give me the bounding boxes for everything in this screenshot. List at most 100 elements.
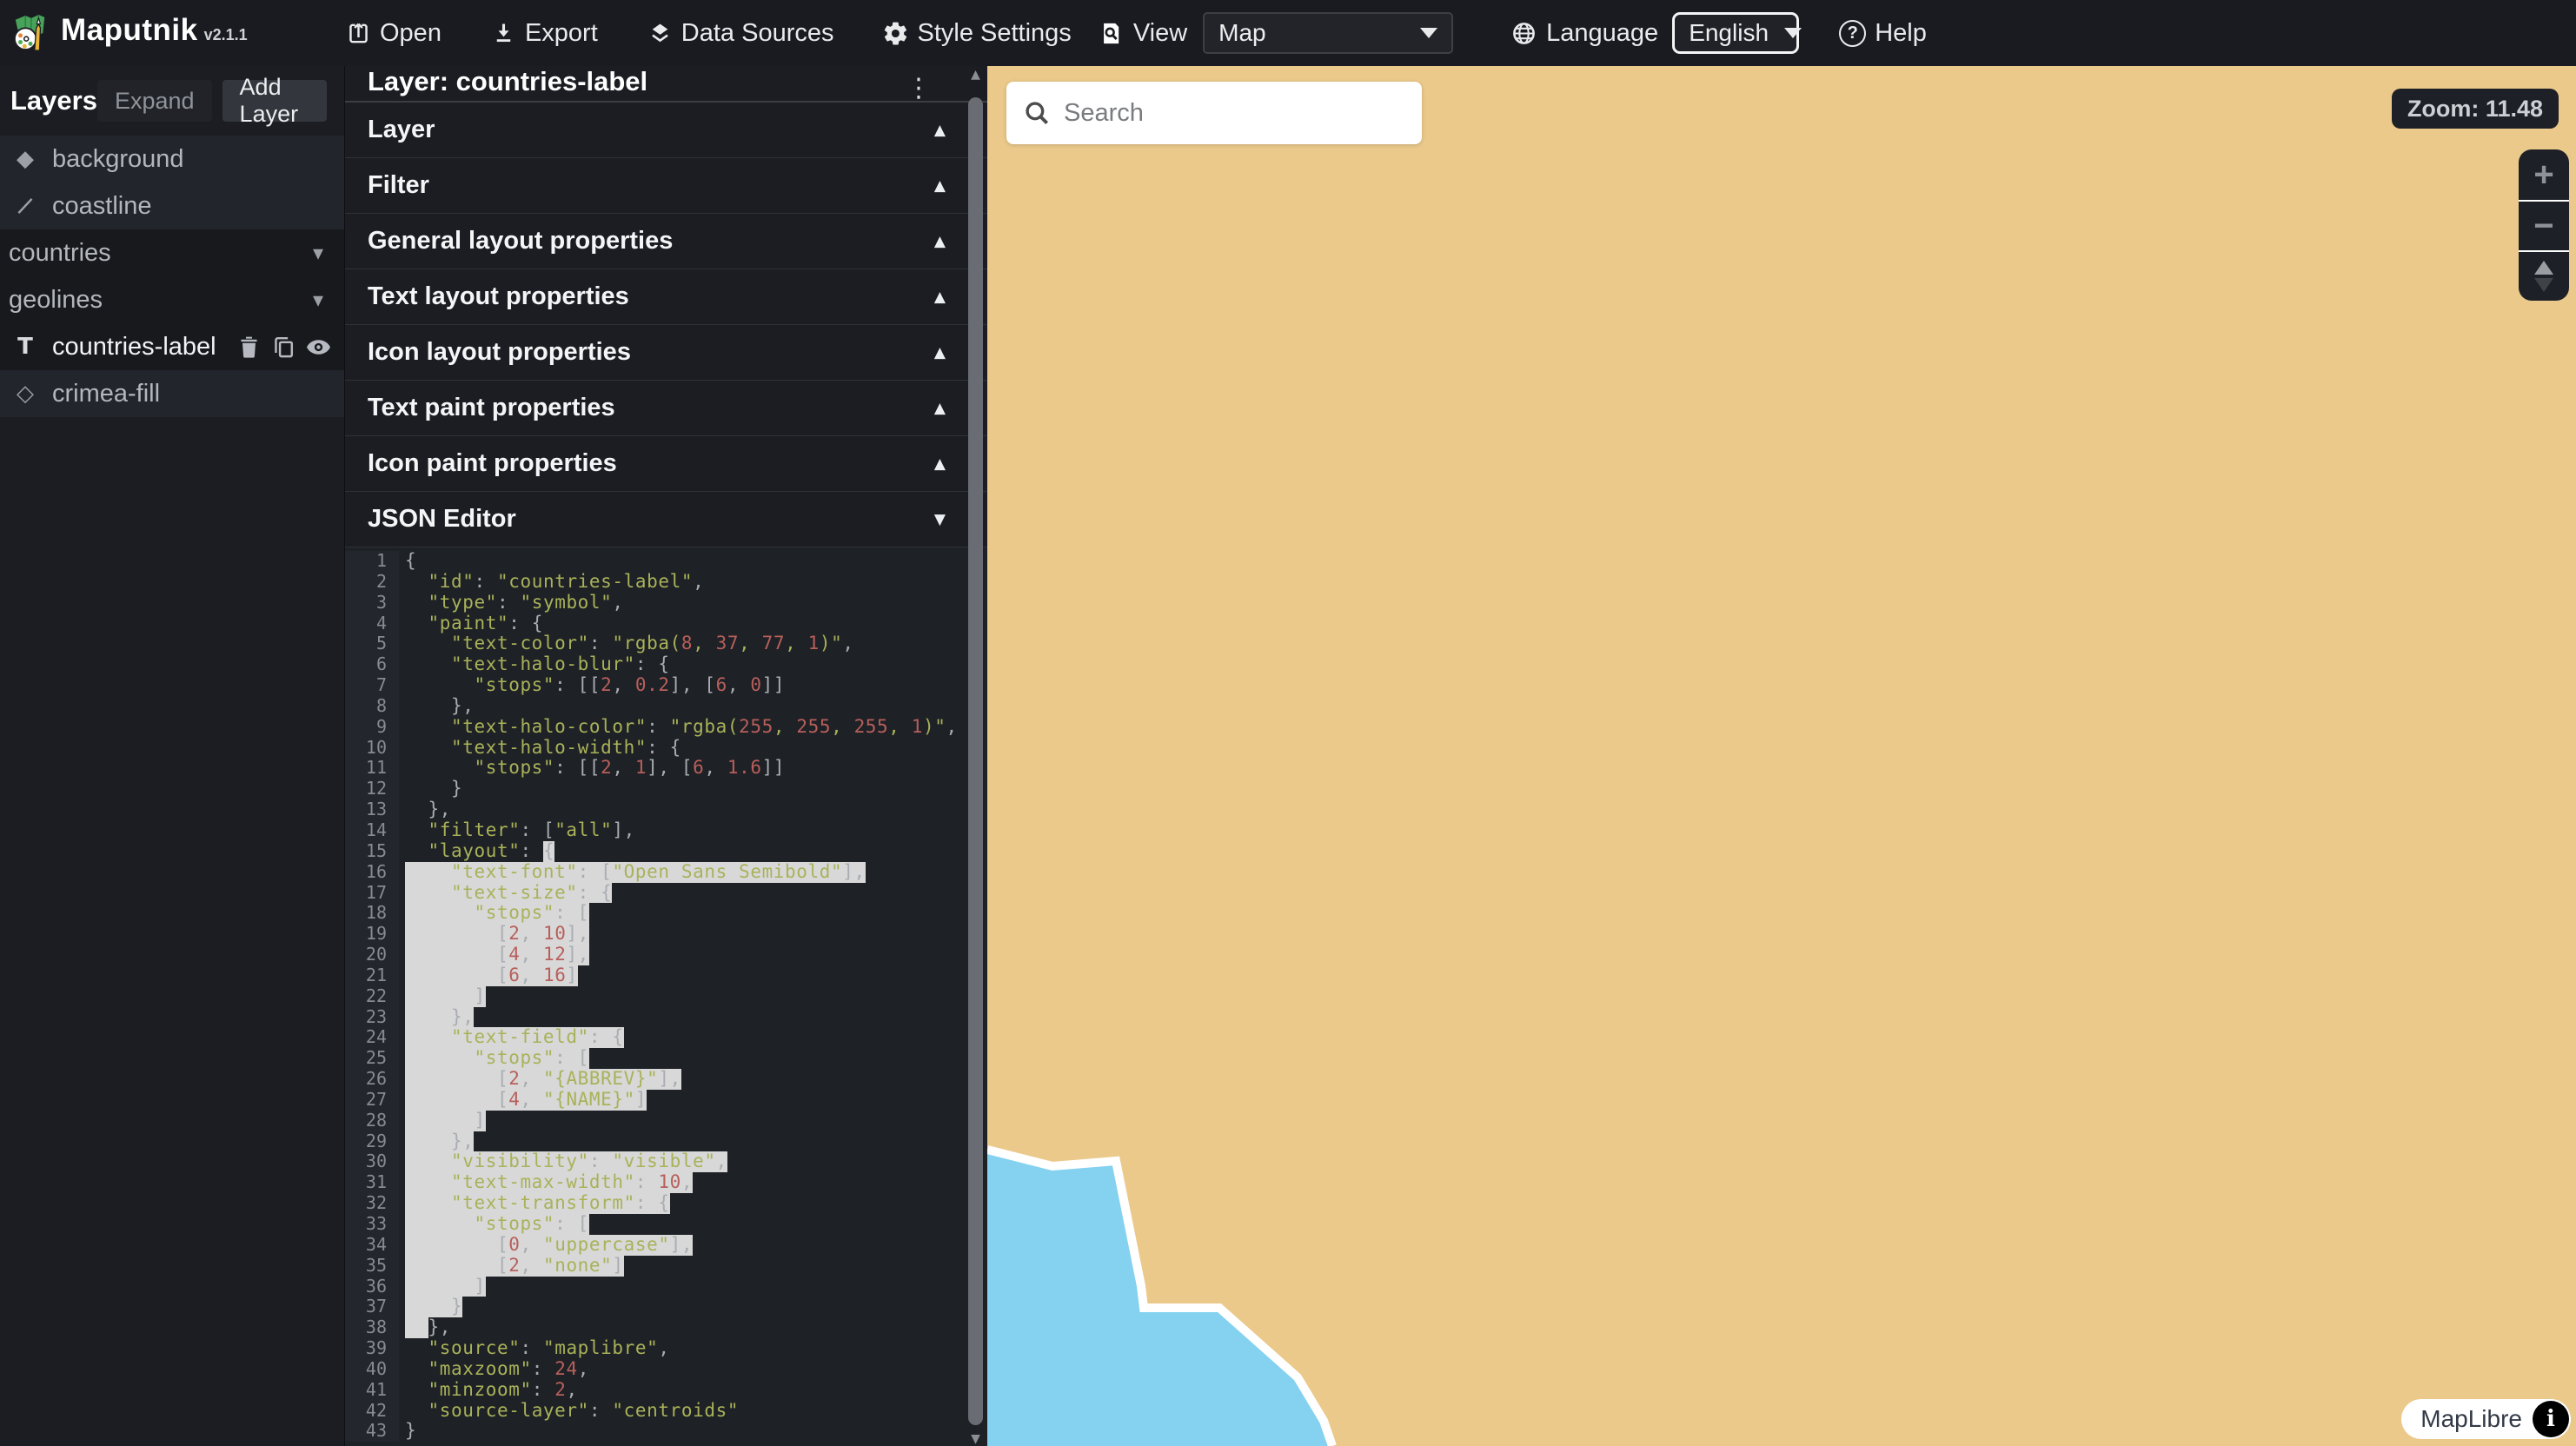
editor-line[interactable]: 2 "id": "countries-label", <box>345 572 987 593</box>
visibility-eye-icon[interactable] <box>305 334 332 361</box>
editor-line[interactable]: 20 [4, 12], <box>345 945 987 965</box>
line-number: 43 <box>345 1421 399 1442</box>
add-layer-button[interactable]: Add Layer <box>222 80 327 122</box>
zoom-out-button[interactable]: − <box>2519 200 2569 250</box>
help-group[interactable]: ? Help <box>1839 19 1927 48</box>
editor-line[interactable]: 40 "maxzoom": 24, <box>345 1359 987 1380</box>
editor-line[interactable]: 15 "layout": { <box>345 841 987 862</box>
collapse-arrow-icon: ▲ <box>934 289 946 306</box>
editor-line[interactable]: 30 "visibility": "visible", <box>345 1151 987 1172</box>
scroll-up-icon[interactable]: ▲ <box>964 68 987 82</box>
topbar: Maputnik v2.1.1 Open Export Data Sources… <box>0 0 2576 66</box>
layer-item-crimea-fill[interactable]: ◇ crimea-fill <box>0 370 344 417</box>
layer-item-coastline[interactable]: coastline <box>0 182 344 229</box>
layer-group-countries[interactable]: countries ▾ <box>0 229 344 276</box>
editor-line[interactable]: 35 [2, "none"] <box>345 1256 987 1277</box>
menu-item-open[interactable]: Open <box>345 19 442 48</box>
duplicate-layer-icon[interactable] <box>270 334 297 361</box>
editor-line[interactable]: 42 "source-layer": "centroids" <box>345 1401 987 1422</box>
menu-item-export[interactable]: Export <box>490 19 598 48</box>
line-number: 22 <box>345 986 399 1007</box>
section-json-editor[interactable]: JSON Editor ▼ <box>345 492 987 547</box>
editor-line[interactable]: 1{ <box>345 551 987 572</box>
editor-line[interactable]: 37 } <box>345 1297 987 1317</box>
chevron-down-icon <box>1420 28 1437 38</box>
editor-line[interactable]: 17 "text-size": { <box>345 883 987 904</box>
section-layer[interactable]: Layer ▲ <box>345 103 987 158</box>
editor-line[interactable]: 26 [2, "{ABBREV}"], <box>345 1069 987 1090</box>
section-icon-layout-properties[interactable]: Icon layout properties ▲ <box>345 325 987 381</box>
editor-line[interactable]: 11 "stops": [[2, 1], [6, 1.6]] <box>345 758 987 779</box>
menu-item-data-sources[interactable]: Data Sources <box>647 19 834 48</box>
json-editor[interactable]: 1{2 "id": "countries-label",3 "type": "s… <box>345 547 987 1446</box>
panel-scrollbar[interactable]: ▲ ▼ <box>964 66 987 1446</box>
search-icon <box>1022 98 1052 128</box>
view-select[interactable]: Map <box>1203 12 1453 54</box>
zoom-in-button[interactable]: + <box>2519 149 2569 200</box>
section-filter[interactable]: Filter ▲ <box>345 158 987 214</box>
editor-line[interactable]: 10 "text-halo-width": { <box>345 738 987 759</box>
section-icon-paint-properties[interactable]: Icon paint properties ▲ <box>345 436 987 492</box>
editor-line[interactable]: 8 }, <box>345 696 987 717</box>
editor-line[interactable]: 31 "text-max-width": 10, <box>345 1172 987 1193</box>
editor-line[interactable]: 28 ] <box>345 1111 987 1131</box>
editor-line[interactable]: 21 [6, 16] <box>345 965 987 986</box>
line-icon <box>12 195 38 217</box>
section-text-layout-properties[interactable]: Text layout properties ▲ <box>345 269 987 325</box>
editor-line[interactable]: 24 "text-field": { <box>345 1027 987 1048</box>
language-select[interactable]: English <box>1672 12 1799 54</box>
editor-line[interactable]: 43} <box>345 1421 987 1442</box>
editor-line[interactable]: 29 }, <box>345 1131 987 1152</box>
layer-item-countries-label[interactable]: T countries-label <box>0 323 344 370</box>
editor-line[interactable]: 23 }, <box>345 1007 987 1028</box>
editor-line[interactable]: 27 [4, "{NAME}"] <box>345 1090 987 1111</box>
editor-line[interactable]: 34 [0, "uppercase"], <box>345 1235 987 1256</box>
scroll-down-icon[interactable]: ▼ <box>964 1432 987 1446</box>
editor-line[interactable]: 4 "paint": { <box>345 614 987 634</box>
kebab-menu-icon[interactable]: ⋮ <box>906 80 932 97</box>
line-number: 14 <box>345 820 399 841</box>
scrollbar-thumb[interactable] <box>968 97 983 1425</box>
editor-line[interactable]: 13 }, <box>345 799 987 820</box>
expand-button[interactable]: Expand <box>97 80 212 122</box>
section-text-paint-properties[interactable]: Text paint properties ▲ <box>345 381 987 436</box>
layer-item-background[interactable]: ◆ background <box>0 136 344 182</box>
brand[interactable]: Maputnik v2.1.1 <box>0 13 345 53</box>
map-view[interactable]: Zoom: 11.48 + − MapLibre i <box>987 66 2576 1446</box>
editor-line[interactable]: 39 "source": "maplibre", <box>345 1338 987 1359</box>
search-input[interactable] <box>1006 82 1422 144</box>
bearing-down-icon <box>2534 278 2553 292</box>
text-icon: T <box>12 334 38 360</box>
editor-line[interactable]: 41 "minzoom": 2, <box>345 1380 987 1401</box>
editor-line[interactable]: 22 ] <box>345 986 987 1007</box>
line-number: 36 <box>345 1277 399 1297</box>
section-general-layout-properties[interactable]: General layout properties ▲ <box>345 214 987 269</box>
editor-line[interactable]: 7 "stops": [[2, 0.2], [6, 0]] <box>345 675 987 696</box>
line-number: 3 <box>345 593 399 614</box>
maputnik-logo-icon <box>12 13 49 53</box>
layer-group-geolines[interactable]: geolines ▾ <box>0 276 344 323</box>
globe-icon <box>1510 20 1537 47</box>
menu-item-style-settings[interactable]: Style Settings <box>882 19 1071 48</box>
editor-line[interactable]: 18 "stops": [ <box>345 903 987 924</box>
attribution-link[interactable]: MapLibre <box>2420 1405 2522 1433</box>
editor-line[interactable]: 9 "text-halo-color": "rgba(255, 255, 255… <box>345 717 987 738</box>
editor-line[interactable]: 33 "stops": [ <box>345 1214 987 1235</box>
editor-line[interactable]: 3 "type": "symbol", <box>345 593 987 614</box>
property-sections: Layer ▲ Filter ▲ General layout properti… <box>345 103 987 547</box>
editor-line[interactable]: 25 "stops": [ <box>345 1048 987 1069</box>
editor-line[interactable]: 32 "text-transform": { <box>345 1193 987 1214</box>
editor-line[interactable]: 38 }, <box>345 1317 987 1338</box>
info-icon[interactable]: i <box>2533 1401 2569 1437</box>
editor-line[interactable]: 36 ] <box>345 1277 987 1297</box>
bearing-up-icon <box>2534 261 2553 275</box>
editor-line[interactable]: 6 "text-halo-blur": { <box>345 654 987 675</box>
editor-line[interactable]: 5 "text-color": "rgba(8, 37, 77, 1)", <box>345 633 987 654</box>
editor-line[interactable]: 16 "text-font": ["Open Sans Semibold"], <box>345 862 987 883</box>
compass-button[interactable] <box>2519 250 2569 301</box>
line-number: 18 <box>345 903 399 924</box>
editor-line[interactable]: 12 } <box>345 779 987 799</box>
editor-line[interactable]: 19 [2, 10], <box>345 924 987 945</box>
editor-line[interactable]: 14 "filter": ["all"], <box>345 820 987 841</box>
delete-layer-icon[interactable] <box>236 334 262 361</box>
